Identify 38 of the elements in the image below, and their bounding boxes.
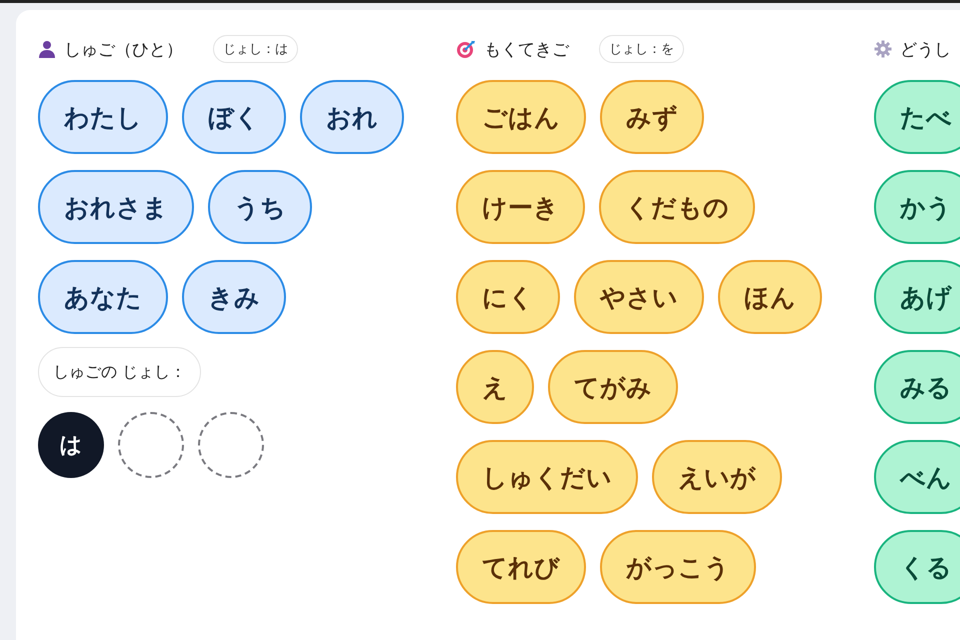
word-chip[interactable]: ほん [718, 260, 822, 334]
word-chip[interactable]: えいが [652, 440, 782, 514]
word-chip[interactable]: ごはん [456, 80, 586, 154]
word-chip[interactable]: くだもの [599, 170, 755, 244]
word-chip[interactable]: おれさま [38, 170, 194, 244]
particle-prompt: しゅごの じょし： [38, 347, 202, 397]
word-chip[interactable]: べん [874, 440, 960, 514]
word-chip[interactable]: くる [874, 530, 960, 604]
word-chip[interactable]: てれび [456, 530, 586, 604]
word-chip[interactable]: え [456, 350, 534, 424]
particle-slot[interactable]: は [38, 412, 104, 478]
target-icon [456, 39, 476, 59]
word-chip[interactable]: しゅくだい [456, 440, 638, 514]
word-chip[interactable]: がっこう [600, 530, 756, 604]
category-title: もくてきご [484, 38, 569, 60]
word-chip[interactable]: あげ [874, 260, 960, 334]
word-chip[interactable]: わたし [38, 80, 168, 154]
word-chip[interactable]: きみ [182, 260, 286, 334]
word-chip[interactable]: あなた [38, 260, 168, 334]
word-chip[interactable]: てがみ [548, 350, 678, 424]
word-chip[interactable]: にく [456, 260, 560, 334]
word-chip[interactable]: おれ [300, 80, 404, 154]
empty-slot[interactable] [118, 412, 184, 478]
word-chip[interactable]: けーき [456, 170, 585, 244]
word-chip[interactable]: ぼく [182, 80, 286, 154]
particle-badge: じょし：を [599, 35, 684, 63]
gear-icon [874, 40, 892, 58]
category-title: どうし [900, 38, 951, 60]
word-chip[interactable]: やさい [574, 260, 704, 334]
word-chip[interactable]: みる [874, 350, 960, 424]
person-icon [38, 40, 56, 58]
particle-badge: じょし：は [213, 35, 298, 63]
category-title: しゅご（ひと） [64, 38, 183, 60]
empty-slot[interactable] [198, 412, 264, 478]
word-chip[interactable]: たべ [874, 80, 960, 154]
word-chip[interactable]: みず [600, 80, 704, 154]
word-chip[interactable]: うち [208, 170, 312, 244]
word-chip[interactable]: かう [874, 170, 960, 244]
